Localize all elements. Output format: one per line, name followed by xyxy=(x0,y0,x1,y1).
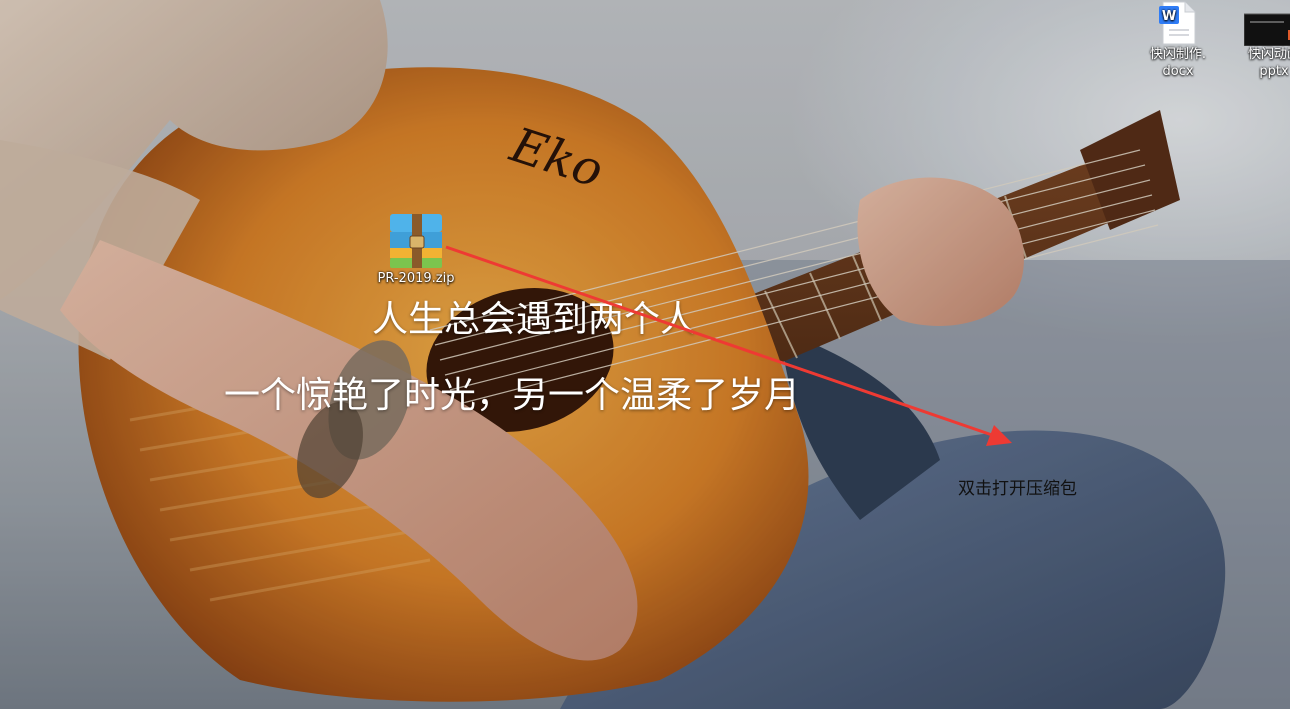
wallpaper-text-line1: 人生总会遇到两个人 xyxy=(372,299,697,340)
docx-file-label-line1: 快闪制作. xyxy=(1149,47,1207,62)
pptx-thumbnail-icon xyxy=(1244,13,1290,46)
wallpaper-image: Eko xyxy=(0,0,1290,709)
desktop-icon-pptx[interactable]: 快闪动画 pptx xyxy=(1234,0,1290,80)
winrar-archive-icon xyxy=(390,214,442,268)
pptx-file-label-line1: 快闪动画 xyxy=(1247,47,1290,62)
desktop[interactable]: Eko W 快闪制作. docx 快闪动 pptx PR-2019.zip 人生… xyxy=(0,0,1290,709)
zip-file-label: PR-2019.zip xyxy=(377,271,455,286)
desktop-icon-zip[interactable]: PR-2019.zip xyxy=(360,212,472,287)
docx-file-label-line2: docx xyxy=(1162,64,1194,79)
annotation-text: 双击打开压缩包 xyxy=(958,479,1077,499)
desktop-icon-docx[interactable]: W 快闪制作. docx xyxy=(1138,0,1218,80)
wallpaper-text-line2: 一个惊艳了时光，另一个温柔了岁月 xyxy=(224,375,801,416)
pptx-file-label-line2: pptx xyxy=(1259,64,1289,79)
wps-word-document-icon: W xyxy=(1159,1,1196,45)
svg-text:W: W xyxy=(1162,9,1176,24)
